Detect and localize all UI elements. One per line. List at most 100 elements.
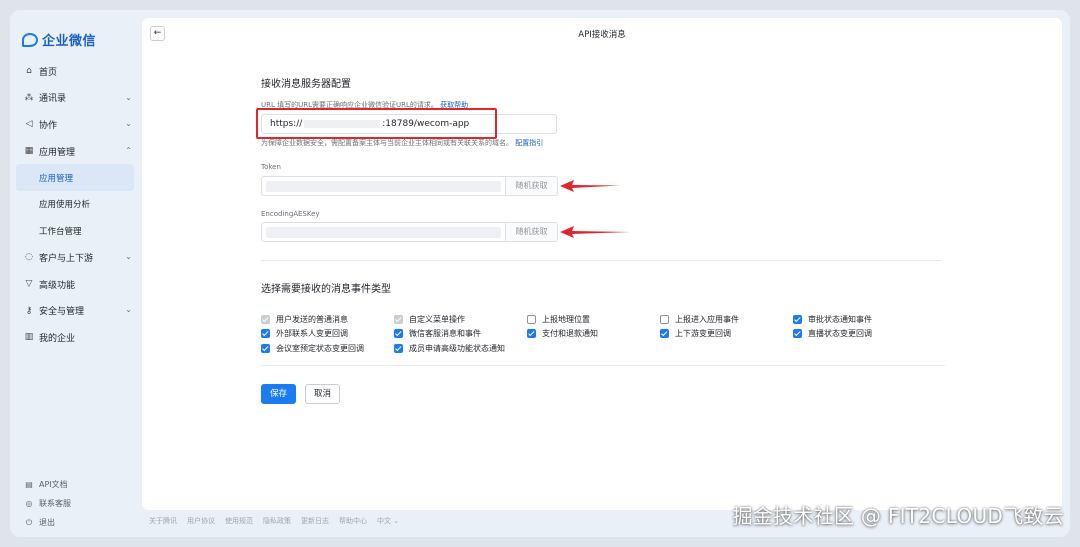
checkbox-disabled-checked: [394, 314, 403, 324]
sidebar-item-security[interactable]: ⚷ 安全与管理 ⌄: [10, 297, 140, 324]
event-row: 外部联系人变更回调 微信客服消息和事件 支付和退款通知 上下游变更回调 直播状态…: [261, 327, 941, 342]
event-label: 上报进入应用事件: [675, 314, 739, 324]
sidebar-item-customers[interactable]: ◌ 客户与上下游 ⌄: [10, 244, 140, 271]
highlight-box: [256, 108, 497, 139]
power-icon: ⏻: [25, 517, 33, 527]
event-option[interactable]: 上报进入应用事件: [660, 314, 793, 325]
event-label: 微信客服消息和事件: [409, 329, 481, 339]
event-option[interactable]: 微信客服消息和事件: [394, 328, 527, 339]
sidebar-subitem-usage-analysis[interactable]: 应用使用分析: [10, 191, 140, 218]
event-option[interactable]: 审批状态通知事件: [793, 314, 926, 325]
sidebar-item-label: 高级功能: [39, 280, 76, 291]
sidebar-subitem-workbench[interactable]: 工作台管理: [10, 218, 140, 245]
event-label: 会议室预定状态变更回调: [276, 343, 364, 353]
random-token-button[interactable]: 随机获取: [505, 177, 557, 195]
main-panel: ← API接收消息 接收消息服务器配置 URL 填写的URL需要正确响应企业微信…: [142, 18, 1062, 510]
sidebar-nav: ⌂ 首页 ⁂ 通讯录 ⌄ ◁ 协作 ⌄ ▦ 应用管理 ⌃ 应用管理 应用使用分析…: [10, 58, 140, 351]
event-label: 外部联系人变更回调: [276, 329, 348, 339]
event-checkbox-grid: 用户发送的普通消息 自定义菜单操作 上报地理位置 上报进入应用事件 审批状态通知…: [261, 312, 941, 356]
footer-link[interactable]: 隐私政策: [263, 516, 291, 526]
brand-name: 企业微信: [42, 34, 97, 49]
cancel-button[interactable]: 取消: [305, 384, 340, 404]
aes-key-input[interactable]: 随机获取: [261, 222, 558, 242]
contact-support-label: 联系客服: [39, 499, 71, 508]
event-option[interactable]: 外部联系人变更回调: [261, 328, 394, 339]
config-guide-link[interactable]: 配置指引: [515, 139, 543, 147]
footer-link[interactable]: 关于腾讯: [149, 516, 177, 526]
footer-link[interactable]: 使用规范: [225, 516, 253, 526]
sidebar: 企业微信 ⌂ 首页 ⁂ 通讯录 ⌄ ◁ 协作 ⌄ ▦ 应用管理 ⌃ 应用管理 应…: [10, 10, 140, 537]
token-label: Token: [261, 163, 281, 171]
grid-icon: ▦: [24, 146, 34, 157]
sidebar-item-label: 协作: [39, 120, 58, 131]
watermark: 掘金技术社区 @ FIT2CLOUD飞致云: [732, 504, 1064, 528]
sidebar-item-advanced[interactable]: ▽ 高级功能: [10, 271, 140, 298]
footer-link[interactable]: 帮助中心: [339, 516, 367, 526]
language-select[interactable]: 中文 ⌄: [377, 516, 399, 526]
event-label: 审批状态通知事件: [808, 314, 872, 324]
sidebar-item-label: 客户与上下游: [39, 253, 94, 264]
checkbox-checked: [394, 329, 403, 339]
chevron-down-icon: ⌄: [125, 252, 132, 262]
event-row: 会议室预定状态变更回调 成员申请高级功能状态通知: [261, 341, 941, 356]
event-option[interactable]: 成员申请高级功能状态通知: [394, 343, 527, 354]
token-input[interactable]: 随机获取: [261, 176, 558, 196]
chat-icon: ◌: [25, 252, 33, 263]
doc-icon: ▤: [25, 480, 33, 489]
logo[interactable]: 企业微信: [22, 30, 96, 49]
redacted-aes-key: [266, 227, 501, 238]
checkbox-unchecked: [527, 314, 536, 324]
event-label: 用户发送的普通消息: [276, 314, 348, 324]
domain-hint: 为保障企业数据安全，需配置备案主体与当前企业主体相同或有关联关系的域名。 配置指…: [261, 138, 543, 148]
event-label: 上报地理位置: [542, 314, 590, 324]
event-option[interactable]: 用户发送的普通消息: [261, 314, 394, 325]
app-window: 企业微信 ⌂ 首页 ⁂ 通讯录 ⌄ ◁ 协作 ⌄ ▦ 应用管理 ⌃ 应用管理 应…: [10, 10, 1070, 537]
checkbox-checked: [660, 329, 669, 339]
domain-hint-text: 为保障企业数据安全，需配置备案主体与当前企业主体相同或有关联关系的域名。: [261, 139, 513, 147]
event-option[interactable]: 支付和退款通知: [527, 328, 660, 339]
config-form: 接收消息服务器配置 URL 填写的URL需要正确响应企业微信验证URL的请求。 …: [256, 18, 961, 510]
sidebar-item-collaboration[interactable]: ◁ 协作 ⌄: [10, 111, 140, 138]
org-chart-icon: ⁂: [24, 92, 34, 103]
api-docs-link[interactable]: ▤ API文档: [24, 475, 71, 494]
section-divider: [261, 260, 941, 261]
sidebar-item-home[interactable]: ⌂ 首页: [10, 58, 140, 85]
footer-links: 关于腾讯 用户协议 使用规范 隐私政策 更新日志 帮助中心 中文 ⌄: [149, 516, 399, 526]
logout-label: 退出: [39, 518, 55, 527]
checkbox-checked: [793, 329, 802, 339]
checkbox-checked: [394, 343, 403, 353]
sidebar-item-my-company[interactable]: ▥ 我的企业: [10, 324, 140, 351]
chevron-down-icon: ⌄: [125, 119, 132, 129]
sidebar-item-app-management[interactable]: ▦ 应用管理 ⌃: [10, 138, 140, 165]
event-option[interactable]: 自定义菜单操作: [394, 314, 527, 325]
api-docs-label: API文档: [39, 480, 68, 489]
building-icon: ▥: [24, 332, 34, 343]
sidebar-item-contacts[interactable]: ⁂ 通讯录 ⌄: [10, 85, 140, 112]
save-button[interactable]: 保存: [261, 384, 296, 404]
event-option[interactable]: 直播状态变更回调: [793, 328, 926, 339]
footer-link[interactable]: 更新日志: [301, 516, 329, 526]
aes-key-label: EncodingAESKey: [261, 210, 320, 218]
chevron-down-icon: ⌄: [125, 92, 132, 102]
checkbox-checked: [261, 343, 270, 353]
event-label: 直播状态变更回调: [808, 329, 872, 339]
random-aes-key-button[interactable]: 随机获取: [505, 223, 557, 241]
redacted-token: [266, 181, 501, 192]
sidebar-subitem-app-management[interactable]: 应用管理: [16, 164, 134, 191]
event-option[interactable]: 上报地理位置: [527, 314, 660, 325]
contact-support-link[interactable]: ◎ 联系客服: [24, 494, 72, 513]
event-row: 用户发送的普通消息 自定义菜单操作 上报地理位置 上报进入应用事件 审批状态通知…: [261, 312, 941, 327]
server-config-title: 接收消息服务器配置: [261, 79, 351, 90]
funnel-icon: ▽: [25, 279, 33, 290]
event-option[interactable]: 会议室预定状态变更回调: [261, 343, 394, 354]
checkbox-checked: [793, 314, 802, 324]
footer-link[interactable]: 用户协议: [187, 516, 215, 526]
logout-link[interactable]: ⏻ 退出: [24, 513, 71, 532]
sidebar-item-label: 通讯录: [39, 94, 67, 105]
chevron-down-icon: ⌄: [125, 305, 132, 315]
headset-icon: ◎: [25, 499, 33, 508]
event-option[interactable]: 上下游变更回调: [660, 328, 793, 339]
checkbox-checked: [261, 329, 270, 339]
chevron-up-icon: ⌃: [125, 145, 132, 155]
sidebar-subitem-label: 应用使用分析: [39, 200, 91, 211]
